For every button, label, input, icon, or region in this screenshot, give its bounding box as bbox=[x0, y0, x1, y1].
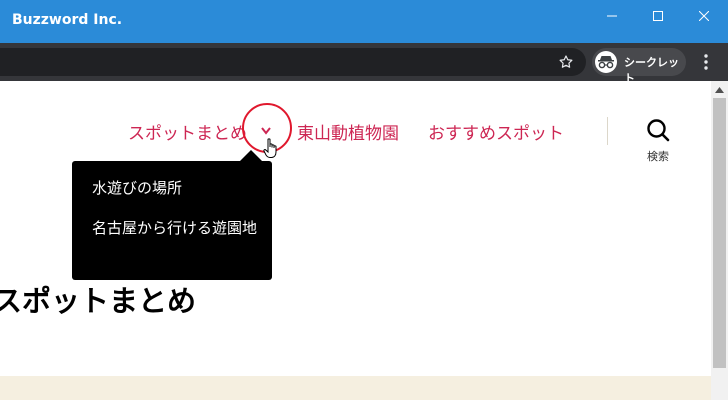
incognito-icon bbox=[595, 51, 617, 73]
close-button[interactable] bbox=[681, 0, 727, 32]
kebab-menu-icon bbox=[704, 54, 708, 70]
incognito-profile-button[interactable]: シークレット bbox=[592, 48, 686, 85]
scrollbar-thumb[interactable] bbox=[713, 98, 726, 368]
scroll-up-arrow-icon[interactable] bbox=[711, 81, 728, 98]
page-title: スポットまとめ bbox=[0, 284, 197, 319]
nav-divider bbox=[607, 117, 608, 145]
submenu-item-amusement-parks[interactable]: 名古屋から行ける遊園地 bbox=[92, 218, 260, 238]
maximize-icon bbox=[653, 11, 663, 21]
search-label: 検索 bbox=[647, 150, 669, 163]
browser-menu-button[interactable] bbox=[696, 52, 716, 72]
search-icon bbox=[647, 119, 670, 142]
minimize-button[interactable] bbox=[589, 0, 635, 32]
window-titlebar: Buzzword Inc. bbox=[0, 0, 728, 43]
hand-cursor-icon bbox=[263, 138, 277, 158]
page-viewport: スポットまとめ 東山動植物園 おすすめスポット 検索 スポットまとめ 水遊びの場… bbox=[0, 81, 711, 400]
minimize-icon bbox=[607, 15, 617, 17]
bookmark-star-icon[interactable] bbox=[556, 52, 576, 72]
content-footer-band bbox=[0, 376, 711, 400]
address-bar[interactable] bbox=[0, 48, 586, 76]
submenu-dropdown: 水遊びの場所 名古屋から行ける遊園地 bbox=[72, 150, 272, 280]
search-button[interactable]: 検索 bbox=[636, 118, 680, 166]
maximize-button[interactable] bbox=[635, 0, 681, 32]
window-title: Buzzword Inc. bbox=[12, 12, 123, 28]
nav-item-higashiyama-zoo[interactable]: 東山動植物園 bbox=[297, 119, 399, 144]
nav-item-spot-summary[interactable]: スポットまとめ bbox=[128, 119, 247, 144]
nav-item-recommended-spots[interactable]: おすすめスポット bbox=[428, 119, 564, 144]
close-icon bbox=[699, 11, 709, 21]
submenu-item-water-play[interactable]: 水遊びの場所 bbox=[92, 178, 260, 198]
page-scrollbar[interactable] bbox=[711, 81, 728, 400]
